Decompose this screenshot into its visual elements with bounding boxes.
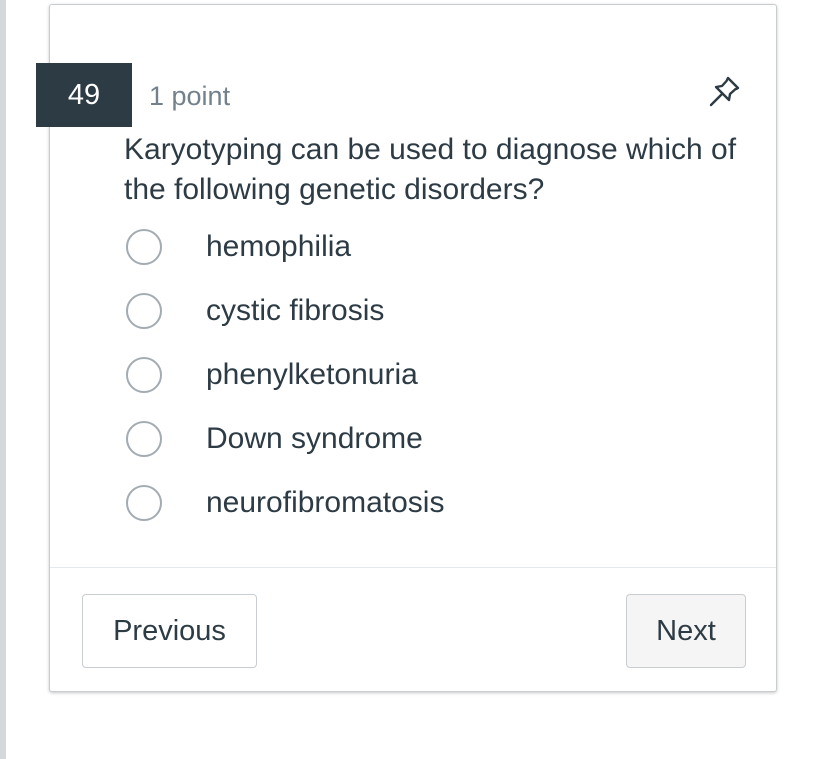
- radio-button[interactable]: [126, 357, 162, 393]
- pin-icon[interactable]: [704, 72, 744, 112]
- question-points: 1 point: [149, 81, 231, 111]
- radio-button[interactable]: [126, 421, 162, 457]
- radio-button[interactable]: [126, 485, 162, 521]
- previous-button[interactable]: Previous: [82, 594, 257, 668]
- answer-label: phenylketonuria: [206, 358, 418, 391]
- left-rail: [0, 0, 6, 759]
- answer-option-down-syndrome[interactable]: Down syndrome: [124, 415, 684, 465]
- footer-divider: [50, 567, 776, 568]
- question-text: Karyotyping can be used to diagnose whic…: [124, 133, 737, 206]
- answer-label: neurofibromatosis: [206, 486, 445, 519]
- question-number-badge: 49: [36, 63, 132, 127]
- answer-label: Down syndrome: [206, 422, 423, 455]
- answer-label: hemophilia: [206, 230, 352, 263]
- next-button[interactable]: Next: [626, 594, 746, 668]
- answer-label: cystic fibrosis: [206, 294, 385, 327]
- answer-option-hemophilia[interactable]: hemophilia: [124, 223, 684, 273]
- answer-option-cystic-fibrosis[interactable]: cystic fibrosis: [124, 287, 684, 337]
- answer-option-neurofibromatosis[interactable]: neurofibromatosis: [124, 479, 684, 529]
- radio-button[interactable]: [126, 229, 162, 265]
- answer-option-phenylketonuria[interactable]: phenylketonuria: [124, 351, 684, 401]
- radio-button[interactable]: [126, 293, 162, 329]
